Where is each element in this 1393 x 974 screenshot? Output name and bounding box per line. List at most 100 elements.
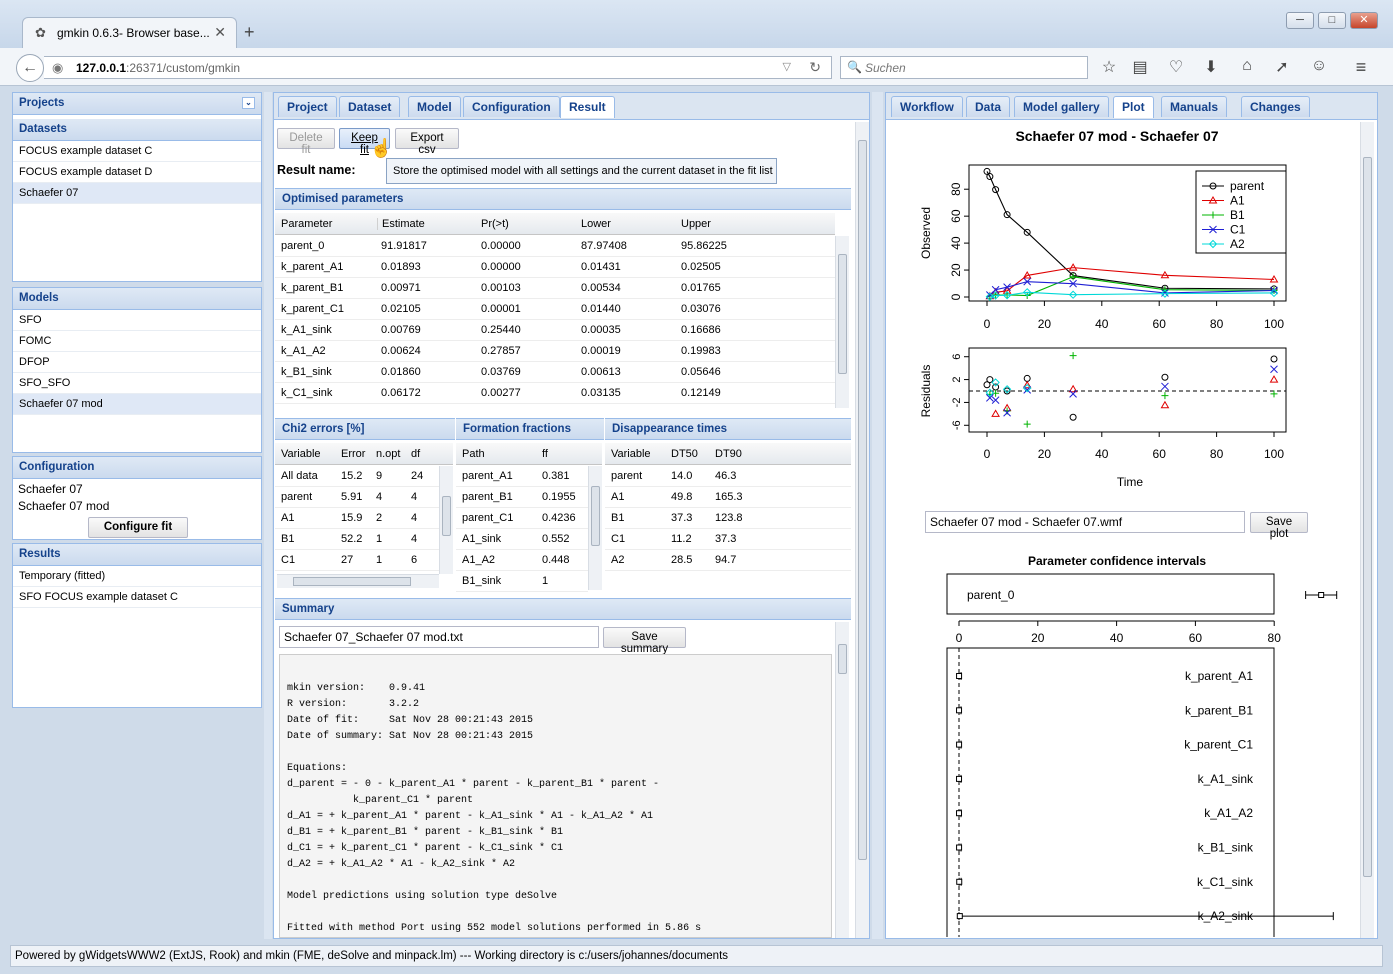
opt-table-row[interactable]: k_A1_A2 0.00624 0.27857 0.00019 0.19983 (275, 341, 835, 362)
ff-table-row[interactable]: parent_B1 0.1955 (456, 487, 588, 508)
opt-table-row[interactable]: k_C1_sink 0.06172 0.00277 0.03135 0.12149 (275, 383, 835, 404)
ff-table-row[interactable]: parent_C1 0.4236 (456, 508, 588, 529)
opt-table-scrollbar[interactable] (835, 236, 849, 408)
url-dropdown-icon[interactable]: ▽ (783, 60, 791, 73)
save-summary-button[interactable]: Save summary (603, 627, 686, 655)
delete-fit-button[interactable]: Delete fit (277, 128, 335, 156)
model-item[interactable]: FOMC (13, 331, 261, 352)
col-header[interactable]: Variable (611, 448, 651, 460)
collapse-icon[interactable]: ⌄ (242, 97, 255, 109)
summary-scrollbar[interactable] (835, 622, 849, 938)
url-bar[interactable]: ◉ 127.0.0.1:26371/custom/gmkin ▽ ↻ (44, 56, 832, 79)
new-tab-icon[interactable]: + (244, 22, 255, 43)
dt-table-row[interactable]: C1 11.2 37.3 (605, 529, 851, 550)
middle-scrollbar[interactable] (855, 122, 869, 938)
chi2-table-row[interactable]: A1 15.9 2 4 (275, 508, 439, 529)
chi2-table-row[interactable]: parent 5.91 4 4 (275, 487, 439, 508)
download-icon[interactable]: ⬇ (1200, 57, 1222, 77)
dt-table-row[interactable]: parent 14.0 46.3 (605, 466, 851, 487)
tab-data[interactable]: Data (966, 96, 1011, 117)
dt-table-row[interactable]: A2 28.5 94.7 (605, 550, 851, 571)
maximize-window-icon[interactable]: □ (1318, 12, 1346, 29)
opt-table-row[interactable]: k_parent_C1 0.02105 0.00001 0.01440 0.03076 (275, 299, 835, 320)
col-header[interactable]: df (411, 448, 420, 460)
minimize-window-icon[interactable]: ─ (1286, 12, 1314, 29)
tab-model[interactable]: Model (408, 96, 461, 117)
tab-configuration[interactable]: Configuration (463, 96, 560, 117)
close-window-icon[interactable]: ✕ (1350, 12, 1378, 29)
table-cell: 4 (376, 491, 383, 503)
chi2-table-row[interactable]: All data 15.2 9 24 (275, 466, 439, 487)
save-plot-button[interactable]: Save plot (1250, 512, 1308, 540)
close-tab-icon[interactable]: ✕ (214, 24, 226, 41)
opt-table-row[interactable]: k_parent_A1 0.01893 0.00000 0.01431 0.02505 (275, 257, 835, 278)
col-header[interactable]: DT50 (671, 448, 698, 460)
tab-changes[interactable]: Changes (1241, 96, 1310, 117)
col-header[interactable]: Estimate (377, 218, 425, 230)
menu-hamburger-icon[interactable]: ≡ (1350, 57, 1372, 78)
col-header[interactable]: n.opt (376, 448, 400, 460)
configure-fit-button[interactable]: Configure fit (88, 517, 188, 538)
col-header[interactable]: Pr(>t) (481, 218, 509, 230)
result-item[interactable]: SFO FOCUS example dataset C (13, 587, 261, 608)
export-csv-button[interactable]: Export csv (395, 128, 459, 156)
left-splitter[interactable] (264, 92, 272, 939)
model-item[interactable]: Schaefer 07 mod (13, 394, 261, 415)
tab-result[interactable]: Result (560, 96, 615, 118)
table-cell: 165.3 (715, 491, 743, 503)
ff-table-row[interactable]: B1_sink 1 (456, 571, 588, 592)
col-header[interactable]: Error (341, 448, 365, 460)
pocket-icon[interactable]: ♡ (1165, 57, 1187, 77)
chi2-table-row[interactable]: C1 27 1 6 (275, 550, 439, 571)
chi2-scrollbar[interactable] (439, 466, 453, 574)
dataset-item[interactable]: FOCUS example dataset D (13, 162, 261, 183)
tab-manuals[interactable]: Manuals (1161, 96, 1228, 117)
model-item[interactable]: SFO_SFO (13, 373, 261, 394)
ff-table-row[interactable]: A1_A2 0.448 (456, 550, 588, 571)
col-header[interactable]: DT90 (715, 448, 742, 460)
summary-text-area[interactable]: mkin version: 0.9.41 R version: 3.2.2 Da… (279, 654, 832, 938)
col-header[interactable]: Parameter (281, 218, 332, 230)
chi2-table-row[interactable]: B1 52.2 1 4 (275, 529, 439, 550)
ff-scrollbar[interactable] (588, 466, 602, 590)
send-icon[interactable]: ➚ (1271, 57, 1293, 77)
reload-icon[interactable]: ↻ (809, 59, 821, 76)
x-tick-label: 20 (1038, 447, 1052, 461)
chat-icon[interactable]: ☺ (1308, 57, 1330, 75)
dataset-item[interactable]: FOCUS example dataset C (13, 141, 261, 162)
tab-model-gallery[interactable]: Model gallery (1014, 96, 1109, 117)
dataset-item[interactable]: Schaefer 07 (13, 183, 261, 204)
dt-table-row[interactable]: B1 37.3 123.8 (605, 508, 851, 529)
result-item[interactable]: Temporary (fitted) (13, 566, 261, 587)
opt-table-row[interactable]: parent_0 91.91817 0.00000 87.97408 95.86225 (275, 236, 835, 257)
dt-table-row[interactable]: A1 49.8 165.3 (605, 487, 851, 508)
tab-plot[interactable]: Plot (1113, 96, 1154, 118)
opt-table-row[interactable]: k_A1_sink 0.00769 0.25440 0.00035 0.16686 (275, 320, 835, 341)
search-bar[interactable]: 🔍 Suchen (840, 56, 1088, 79)
home-icon[interactable]: ⌂ (1236, 57, 1258, 75)
tab-dataset[interactable]: Dataset (339, 96, 401, 117)
browser-tab[interactable]: ✿ gmkin 0.6.3- Browser base... ✕ (22, 17, 237, 48)
disappearance-times-header: Disappearance times (605, 418, 851, 440)
opt-table-row[interactable]: k_parent_B1 0.00971 0.00103 0.00534 0.01765 (275, 278, 835, 299)
summary-filename-input[interactable]: Schaefer 07_Schaefer 07 mod.txt (279, 626, 599, 648)
col-header[interactable]: Variable (281, 448, 321, 460)
back-button-icon[interactable]: ← (16, 54, 44, 82)
col-header[interactable]: ff (542, 448, 548, 460)
bookmark-star-icon[interactable]: ☆ (1098, 57, 1120, 77)
ff-table-row[interactable]: parent_A1 0.381 (456, 466, 588, 487)
right-scrollbar[interactable] (1360, 122, 1374, 938)
plot-filename-input[interactable]: Schaefer 07 mod - Schaefer 07.wmf (925, 511, 1245, 533)
model-item[interactable]: DFOP (13, 352, 261, 373)
tab-project[interactable]: Project (278, 96, 337, 117)
model-item[interactable]: SFO (13, 310, 261, 331)
col-header[interactable]: Upper (681, 218, 711, 230)
chi2-hscrollbar[interactable] (277, 574, 439, 588)
opt-table-row[interactable]: k_B1_sink 0.01860 0.03769 0.00613 0.05646 (275, 362, 835, 383)
col-header[interactable]: Lower (581, 218, 611, 230)
right-splitter[interactable] (872, 92, 883, 939)
ff-table-row[interactable]: A1_sink 0.552 (456, 529, 588, 550)
tab-workflow[interactable]: Workflow (891, 96, 963, 117)
col-header[interactable]: Path (462, 448, 485, 460)
reading-list-icon[interactable]: ▤ (1129, 57, 1151, 77)
